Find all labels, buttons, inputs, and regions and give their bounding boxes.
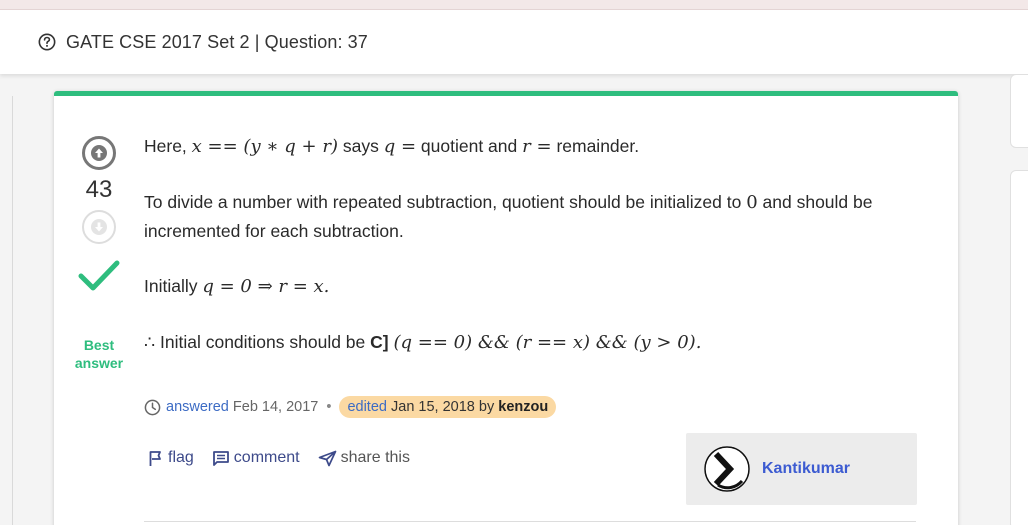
arrow-down-icon [91, 219, 107, 235]
editor-name[interactable]: kenzou [498, 399, 548, 415]
side-card [1010, 74, 1028, 148]
answer-paragraph: ∴ Initial conditions should be C] (q == … [144, 332, 702, 353]
share-label: share this [340, 449, 410, 466]
side-card [1010, 170, 1028, 525]
flag-icon [149, 450, 161, 466]
best-answer-label: Best answer [74, 337, 124, 371]
answered-link[interactable]: answered [166, 399, 229, 415]
best-answer-check-icon [78, 260, 120, 291]
question-title-link[interactable]: GATE CSE 2017 Set 2 | Question: 37 [66, 32, 368, 53]
question-circle-icon [38, 33, 56, 51]
question-header: GATE CSE 2017 Set 2 | Question: 37 [0, 10, 1028, 74]
left-divider [12, 96, 13, 525]
comment-label: comment [233, 449, 300, 466]
comment-button[interactable]: comment [212, 449, 300, 467]
flag-label: flag [168, 449, 194, 466]
edited-date: Jan 15, 2018 [391, 399, 475, 415]
send-icon [318, 450, 336, 466]
edited-badge: edited Jan 15, 2018 by kenzou [339, 396, 557, 418]
answer-divider [144, 521, 916, 522]
vote-panel: 43 Best answer [54, 136, 144, 372]
upvote-button[interactable] [82, 136, 116, 170]
downvote-button[interactable] [82, 210, 116, 244]
flag-button[interactable]: flag [148, 449, 194, 467]
share-button[interactable]: share this [318, 449, 410, 467]
clock-icon [144, 399, 161, 415]
answer-paragraph: Here, x == (y ∗ q + r) says q = quotient… [144, 136, 640, 157]
user-avatar [704, 446, 750, 492]
vote-count: 43 [85, 176, 113, 203]
meta-separator: • [326, 399, 332, 415]
comment-icon [212, 450, 229, 466]
answer-actions: flag comment share this [148, 449, 428, 467]
username-link[interactable]: Kantikumar [762, 460, 850, 478]
answer-paragraph: Initially q = 0 ⇒ r = x. [144, 276, 330, 297]
user-card[interactable]: Kantikumar [686, 433, 917, 505]
edited-by: by [478, 399, 495, 415]
sigma-avatar-icon [704, 446, 750, 492]
answer-card: 43 Best answer Here, x == (y ∗ q + r) sa… [54, 91, 958, 525]
answered-date: Feb 14, 2017 [232, 399, 319, 415]
answer-body: Here, x == (y ∗ q + r) says q = quotient… [144, 132, 924, 384]
answer-paragraph: To divide a number with repeated subtrac… [144, 192, 873, 241]
top-strip [0, 0, 1028, 10]
answer-meta: answered Feb 14, 2017 • edited Jan 15, 2… [144, 396, 557, 418]
edited-link[interactable]: edited [347, 399, 387, 415]
arrow-up-icon [91, 145, 107, 161]
